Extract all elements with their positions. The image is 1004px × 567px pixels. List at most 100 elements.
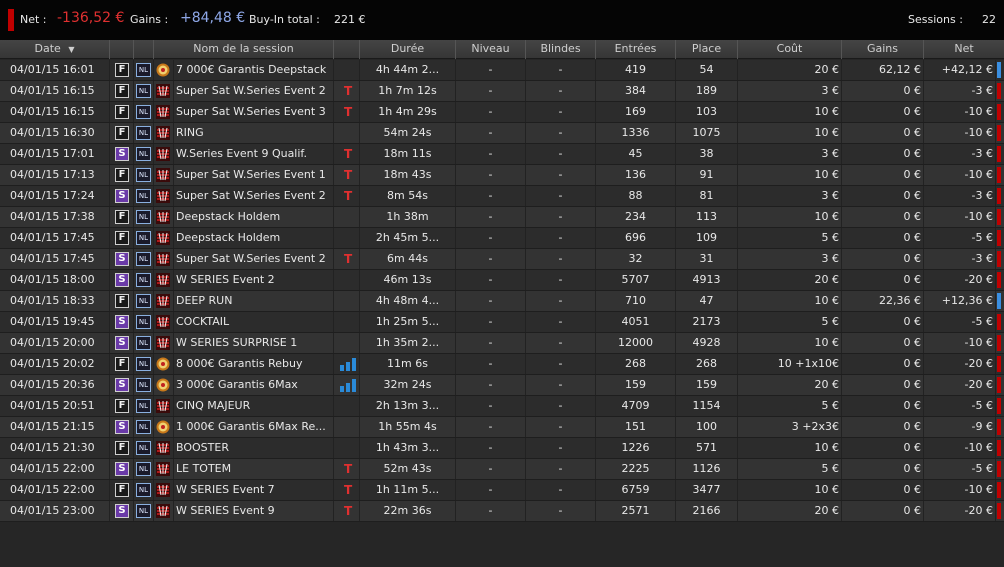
cell-gains: 62,12 € <box>842 60 924 80</box>
result-indicator <box>997 440 1001 456</box>
result-indicator <box>997 230 1001 246</box>
column-header-tag[interactable] <box>334 40 360 59</box>
cell-tag: T <box>334 186 360 206</box>
result-indicator <box>997 398 1001 414</box>
cell-room <box>154 291 174 311</box>
column-header-type[interactable] <box>110 40 134 59</box>
table-row[interactable]: 04/01/15 20:02 F NL 8 000€ Garantis Rebuy 11… <box>0 354 1004 375</box>
tournament-t-icon: T <box>344 504 353 518</box>
cell-session-name: W SERIES Event 9 <box>174 501 334 521</box>
cell-cost: 3 +2x3€ <box>738 417 842 437</box>
column-header-gains[interactable]: Gains <box>842 40 924 59</box>
table-row[interactable]: 04/01/15 17:01 S NL W.Series Event 9 Qualif… <box>0 144 1004 165</box>
column-header-game[interactable] <box>134 40 154 59</box>
cell-date: 04/01/15 16:30 <box>0 123 110 143</box>
cell-level: - <box>456 249 526 269</box>
cell-gains: 0 € <box>842 249 924 269</box>
table-row[interactable]: 04/01/15 17:45 F NL Deepstack Holdem 2h 45m … <box>0 228 1004 249</box>
cell-duration: 1h 38m <box>360 207 456 227</box>
cell-game: NL <box>134 354 154 374</box>
cell-duration: 11m 6s <box>360 354 456 374</box>
cell-duration: 1h 7m 12s <box>360 81 456 101</box>
table-row[interactable]: 04/01/15 17:38 F NL Deepstack Holdem 1h 38m -… <box>0 207 1004 228</box>
column-header-place[interactable]: Place <box>676 40 738 59</box>
cell-gains: 0 € <box>842 144 924 164</box>
result-indicator <box>997 356 1001 372</box>
cell-duration: 32m 24s <box>360 375 456 395</box>
cell-gains: 0 € <box>842 501 924 521</box>
table-row[interactable]: 04/01/15 17:13 F NL Super Sat W.Series Even… <box>0 165 1004 186</box>
cell-type: F <box>110 480 134 500</box>
table-row[interactable]: 04/01/15 17:24 S NL Super Sat W.Series Even… <box>0 186 1004 207</box>
cell-room <box>154 249 174 269</box>
cell-place: 2173 <box>676 312 738 332</box>
table-row[interactable]: 04/01/15 16:30 F NL RING 54m 24s - -1336 1075 10… <box>0 123 1004 144</box>
ws-icon <box>156 294 170 308</box>
table-row[interactable]: 04/01/15 22:00 S NL LE TOTEM T 52m 43s - -2225 1… <box>0 459 1004 480</box>
session-type-badge: F <box>115 105 129 119</box>
table-row[interactable]: 04/01/15 20:00 S NL W SERIES SURPRISE 1 1h 3… <box>0 333 1004 354</box>
table-row[interactable]: 04/01/15 16:01 F NL 7 000€ Garantis Deepsta… <box>0 60 1004 81</box>
net-value: -136,52 € <box>57 10 125 26</box>
table-row[interactable]: 04/01/15 21:15 S NL 1 000€ Garantis 6Max Re… <box>0 417 1004 438</box>
session-type-badge: F <box>115 231 129 245</box>
session-type-badge: S <box>115 273 129 287</box>
column-header-cost[interactable]: Coût <box>738 40 842 59</box>
cell-blinds: - <box>526 396 596 416</box>
cell-blinds: - <box>526 354 596 374</box>
cell-room <box>154 270 174 290</box>
cell-cost: 10 € <box>738 333 842 353</box>
cell-date: 04/01/15 17:01 <box>0 144 110 164</box>
table-row[interactable]: 04/01/15 16:15 F NL Super Sat W.Series Even… <box>0 81 1004 102</box>
column-header-entries[interactable]: Entrées <box>596 40 676 59</box>
table-row[interactable]: 04/01/15 16:15 F NL Super Sat W.Series Even… <box>0 102 1004 123</box>
cell-level: - <box>456 165 526 185</box>
cell-game: NL <box>134 396 154 416</box>
table-row[interactable]: 04/01/15 18:33 F NL DEEP RUN 4h 48m 4... - -71… <box>0 291 1004 312</box>
cell-type: S <box>110 375 134 395</box>
cell-blinds: - <box>526 480 596 500</box>
column-header-duration[interactable]: Durée <box>360 40 456 59</box>
result-indicator <box>997 314 1001 330</box>
column-header-blinds[interactable]: Blindes <box>526 40 596 59</box>
table-row[interactable]: 04/01/15 20:51 F NL CINQ MAJEUR 2h 13m 3... -… <box>0 396 1004 417</box>
column-header-date[interactable]: Date ▼ <box>0 40 110 59</box>
cell-blinds: - <box>526 459 596 479</box>
cell-net: -10 € <box>924 165 996 185</box>
cell-place: 268 <box>676 354 738 374</box>
cell-duration: 54m 24s <box>360 123 456 143</box>
cell-gains: 0 € <box>842 102 924 122</box>
table-row[interactable]: 04/01/15 23:00 S NL W SERIES Event 9 T 22m 36… <box>0 501 1004 522</box>
cell-session-name: Deepstack Holdem <box>174 207 334 227</box>
cell-room <box>154 459 174 479</box>
no-limit-badge: NL <box>136 315 151 329</box>
buyin-label: Buy-In total : <box>249 13 320 26</box>
table-row[interactable]: 04/01/15 20:36 S NL 3 000€ Garantis 6Max 32m… <box>0 375 1004 396</box>
cell-room <box>154 438 174 458</box>
result-indicator <box>997 482 1001 498</box>
table-row[interactable]: 04/01/15 17:45 S NL Super Sat W.Series Even… <box>0 249 1004 270</box>
cell-duration: 18m 43s <box>360 165 456 185</box>
table-row[interactable]: 04/01/15 22:00 F NL W SERIES Event 7 T 1h 11m… <box>0 480 1004 501</box>
column-header-blinds-label: Blindes <box>540 42 581 55</box>
cell-place: 3477 <box>676 480 738 500</box>
cell-net: -3 € <box>924 249 996 269</box>
tournament-t-icon: T <box>344 84 353 98</box>
cell-entries: 696 <box>596 228 676 248</box>
cell-game: NL <box>134 270 154 290</box>
table-row[interactable]: 04/01/15 21:30 F NL BOOSTER 1h 43m 3... - -122… <box>0 438 1004 459</box>
table-row[interactable]: 04/01/15 19:45 S NL COCKTAIL 1h 25m 5... - -40… <box>0 312 1004 333</box>
cell-duration: 1h 35m 2... <box>360 333 456 353</box>
cell-tag <box>334 375 360 395</box>
cell-entries: 419 <box>596 60 676 80</box>
cell-session-name: Super Sat W.Series Event 3 <box>174 102 334 122</box>
column-header-name[interactable]: Nom de la session <box>154 40 334 59</box>
cell-net: -20 € <box>924 270 996 290</box>
table-row[interactable]: 04/01/15 18:00 S NL W SERIES Event 2 46m 13s… <box>0 270 1004 291</box>
column-header-net[interactable]: Net <box>924 40 1004 59</box>
cell-gains: 0 € <box>842 165 924 185</box>
cell-game: NL <box>134 207 154 227</box>
cell-net: -5 € <box>924 459 996 479</box>
cell-cost: 20 € <box>738 60 842 80</box>
column-header-level[interactable]: Niveau <box>456 40 526 59</box>
